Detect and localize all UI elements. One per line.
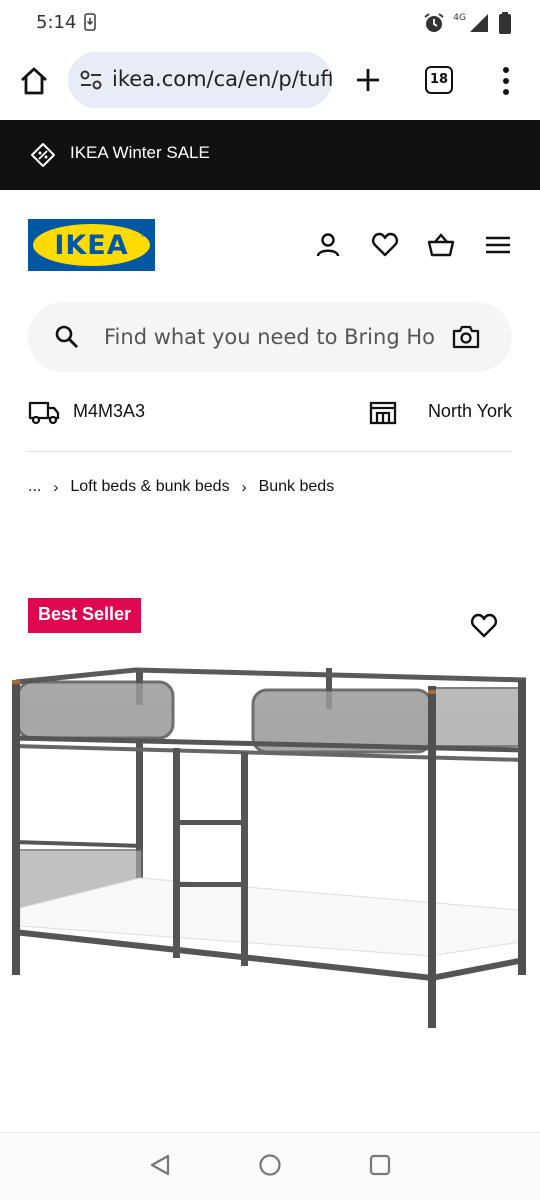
- search-bar[interactable]: [28, 302, 512, 372]
- recents-icon[interactable]: [368, 1153, 392, 1177]
- account-icon[interactable]: [314, 231, 342, 259]
- home-icon[interactable]: [18, 65, 50, 97]
- more-options-icon[interactable]: [498, 66, 514, 96]
- alarm-icon: [424, 13, 444, 32]
- product-image[interactable]: [0, 660, 540, 1040]
- best-seller-badge: Best Seller: [28, 598, 142, 633]
- add-to-favourites-icon[interactable]: [470, 612, 498, 640]
- status-icons: 4G: [423, 11, 512, 35]
- url-text[interactable]: ikea.com/ca/en/p/tuffing-bunk-bed-frame-…: [112, 67, 332, 91]
- address-bar[interactable]: ikea.com/ca/en/p/tuffing-bunk-bed-frame-…: [68, 52, 332, 108]
- divider: [28, 451, 512, 452]
- breadcrumb: ... › Loft beds & bunk beds › Bunk beds: [28, 476, 334, 498]
- location-row: M4M3A3 North York: [28, 396, 512, 430]
- search-icon: [55, 325, 78, 348]
- tab-switcher-button[interactable]: 18: [425, 66, 453, 94]
- logo-registered-mark: ®: [140, 231, 147, 239]
- store-icon[interactable]: [369, 401, 397, 425]
- breadcrumb-loft-bunk-beds[interactable]: Loft beds & bunk beds: [70, 478, 229, 496]
- favourites-icon[interactable]: [371, 231, 399, 259]
- chevron-right-icon: ›: [53, 478, 59, 496]
- battery-icon: [499, 12, 511, 34]
- delivery-truck-icon[interactable]: [28, 399, 60, 425]
- network-type-label: 4G: [453, 13, 466, 23]
- download-notification-icon: [84, 13, 96, 31]
- logo-text: IKEA: [54, 230, 129, 261]
- menu-icon[interactable]: [484, 231, 512, 259]
- breadcrumb-bunk-beds[interactable]: Bunk beds: [259, 478, 335, 496]
- back-icon[interactable]: [148, 1153, 172, 1177]
- search-input[interactable]: [104, 322, 434, 352]
- browser-toolbar: ikea.com/ca/en/p/tuffing-bunk-bed-frame-…: [0, 46, 540, 120]
- promo-text: IKEA Winter SALE: [70, 143, 210, 162]
- ikea-logo[interactable]: IKEA ®: [28, 219, 155, 271]
- camera-search-icon[interactable]: [452, 324, 480, 350]
- status-bar: 5:14 4G: [0, 0, 540, 46]
- promo-banner[interactable]: IKEA Winter SALE: [0, 120, 540, 190]
- site-settings-icon[interactable]: [80, 70, 102, 90]
- home-nav-icon[interactable]: [258, 1153, 282, 1177]
- breadcrumb-ellipsis[interactable]: ...: [28, 478, 41, 496]
- postal-code[interactable]: M4M3A3: [73, 401, 145, 422]
- shopping-bag-icon[interactable]: [427, 231, 455, 259]
- store-name[interactable]: North York: [428, 401, 512, 422]
- system-navigation-bar: [0, 1132, 540, 1200]
- status-time: 5:14: [36, 12, 77, 33]
- sale-tag-icon: [31, 143, 55, 167]
- chevron-right-icon: ›: [241, 478, 247, 496]
- new-tab-icon[interactable]: [352, 64, 384, 96]
- signal-icon: [470, 14, 488, 32]
